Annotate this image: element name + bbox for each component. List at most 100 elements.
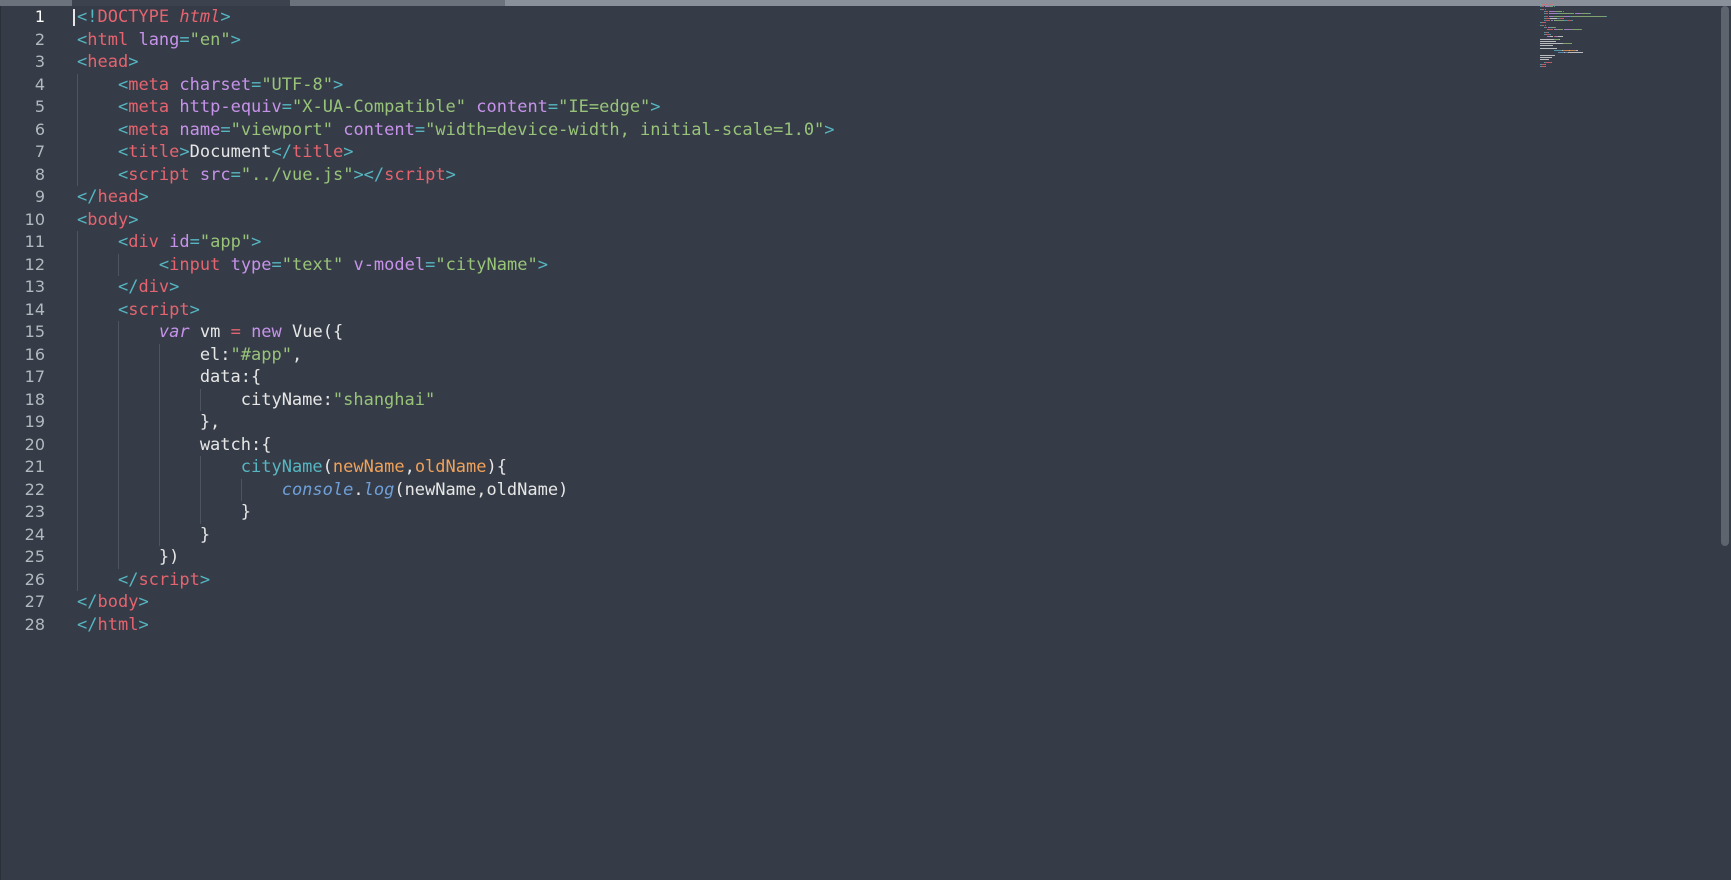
- code-area[interactable]: <!DOCTYPE html> <html lang="en"> <head> <m…: [73, 6, 1671, 636]
- code-token: http-equiv: [179, 97, 282, 117]
- code-token: "IE=edge": [558, 97, 651, 117]
- code-token: input: [169, 254, 221, 275]
- indent-guide: [77, 276, 78, 299]
- code-token: "cityName": [435, 254, 538, 275]
- line-number: 2: [34, 29, 45, 49]
- minimap-stroke: [1552, 4, 1554, 5]
- indent-guide: [77, 163, 78, 186]
- minimap-stroke: [1540, 56, 1552, 58]
- minimap-stroke: [1590, 13, 1592, 15]
- indent-guide: [118, 546, 119, 569]
- code-token: (newName,oldName): [394, 479, 569, 500]
- minimap-stroke: [1544, 24, 1546, 26]
- code-line: watch:{: [77, 433, 1671, 456]
- code-token: .: [353, 479, 364, 500]
- indent-guide: [159, 388, 160, 411]
- code-line: </div>: [77, 276, 1671, 299]
- code-token: "X-UA-Compatible": [292, 97, 467, 117]
- code-token: <: [117, 97, 129, 117]
- minimap-stroke: [1540, 40, 1557, 42]
- code-token: head: [87, 52, 129, 72]
- minimap-stroke: [1545, 66, 1547, 68]
- line-number: 15: [24, 322, 45, 341]
- code-line: <div id="app">: [77, 231, 1671, 254]
- minimap-stroke: [1548, 29, 1553, 31]
- code-token: meta: [128, 119, 170, 140]
- code-line: <html lang="en">: [77, 29, 1671, 52]
- indent-guide: [118, 388, 119, 411]
- indent-guide: [159, 501, 160, 524]
- scrollbar-thumb[interactable]: [1721, 6, 1729, 546]
- code-token: <: [77, 29, 88, 50]
- code-line: <meta charset="UTF-8">: [77, 73, 1671, 96]
- code-line: <body>: [77, 209, 1671, 232]
- code-token: "text": [281, 254, 344, 275]
- indent-guide: [200, 501, 201, 524]
- code-token: data:{: [77, 367, 262, 387]
- code-line: },: [77, 411, 1671, 434]
- code-token: title: [292, 142, 344, 162]
- code-line: </body>: [77, 591, 1671, 614]
- indent-guide: [118, 253, 119, 276]
- minimap-stroke: [1562, 10, 1564, 12]
- indent-guide: [77, 343, 78, 366]
- minimap-stroke: [1553, 15, 1563, 17]
- code-token: v-model: [353, 254, 426, 275]
- indent-guide: [77, 118, 78, 141]
- code-token: >: [220, 7, 231, 27]
- line-number: 28: [24, 614, 45, 634]
- minimap-stroke: [1553, 6, 1555, 8]
- minimap-stroke: [1540, 43, 1563, 45]
- indent-guide: [118, 321, 119, 344]
- code-token: </: [117, 569, 139, 590]
- minimap-stroke: [1540, 6, 1545, 8]
- code-token: var: [158, 322, 190, 342]
- code-token: <: [158, 254, 170, 275]
- code-token: =: [414, 119, 426, 140]
- code-token: =: [179, 29, 190, 50]
- code-token: >: [343, 142, 354, 162]
- minimap-stroke: [1549, 33, 1551, 35]
- minimap-stroke: [1540, 59, 1549, 61]
- code-token: cityName:: [77, 389, 333, 410]
- code-token: <: [77, 52, 88, 72]
- code-token: console: [281, 479, 354, 500]
- code-token: >: [537, 254, 548, 275]
- minimap[interactable]: [1540, 4, 1640, 84]
- code-token: script: [384, 164, 446, 185]
- code-token: ,: [404, 457, 415, 477]
- minimap-stroke: [1572, 20, 1574, 22]
- code-token: Document: [189, 142, 272, 162]
- code-editor[interactable]: 1 2 3 4 5 6 7 8 9 10 11 12 13 14 15 16 17 18 19 20 21 22 23 24 2…: [0, 0, 1731, 880]
- code-line: </head>: [77, 186, 1671, 209]
- code-token: =: [271, 254, 282, 275]
- code-token: type: [230, 254, 272, 275]
- indent-guide: [159, 411, 160, 434]
- indent-guide: [77, 478, 78, 501]
- indent-guide: [118, 433, 119, 456]
- line-number: 22: [24, 479, 45, 499]
- code-token: >: [824, 119, 835, 140]
- code-token: >: [138, 187, 149, 207]
- line-number: 27: [24, 592, 45, 611]
- code-token: meta: [128, 97, 170, 117]
- code-line: var vm = new Vue({: [77, 321, 1671, 344]
- code-line: <head>: [77, 51, 1671, 74]
- vertical-scrollbar[interactable]: [1717, 6, 1731, 880]
- minimap-stroke: [1567, 52, 1584, 54]
- code-token: </: [77, 187, 98, 207]
- code-token: html: [179, 7, 221, 27]
- minimap-stroke: [1563, 17, 1565, 19]
- indent-guide: [159, 343, 160, 366]
- minimap-stroke: [1545, 22, 1547, 24]
- code-token: el:: [77, 344, 231, 365]
- minimap-stroke: [1544, 10, 1549, 12]
- code-token: "en": [189, 29, 231, 50]
